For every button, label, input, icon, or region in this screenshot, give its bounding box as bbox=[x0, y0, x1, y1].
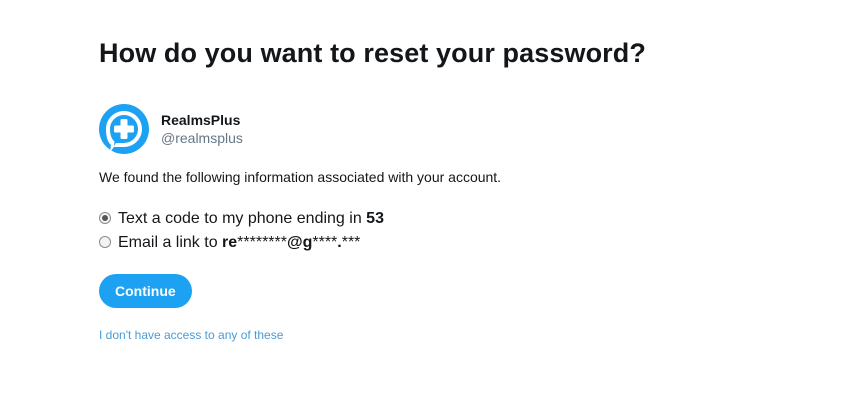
page-title: How do you want to reset your password? bbox=[99, 38, 646, 68]
email-mask-1: ******** bbox=[237, 234, 287, 251]
account-handle: @realmsplus bbox=[161, 130, 243, 146]
email-mask-2: **** bbox=[312, 234, 338, 251]
chat-bubble-plus-icon bbox=[99, 104, 149, 154]
account-names: RealmsPlus @realmsplus bbox=[161, 111, 243, 147]
main-content: How do you want to reset your password? … bbox=[99, 36, 799, 342]
option-text-code-label: Text a code to my phone ending in 53 bbox=[118, 210, 384, 228]
option-text-code-prefix: Text a code to my phone ending in bbox=[118, 210, 367, 227]
radio-text-code[interactable] bbox=[99, 212, 111, 224]
email-start: re bbox=[222, 234, 238, 251]
password-reset-page: How do you want to reset your password? … bbox=[0, 0, 863, 418]
phone-last-digits: 53 bbox=[366, 210, 384, 227]
reset-options: Text a code to my phone ending in 53 Ema… bbox=[99, 207, 799, 255]
option-email-prefix: Email a link to bbox=[118, 234, 223, 251]
info-text: We found the following information assoc… bbox=[99, 169, 502, 185]
option-email-link-label: Email a link to re********@g****.*** bbox=[118, 234, 360, 252]
option-text-code[interactable]: Text a code to my phone ending in 53 bbox=[99, 207, 799, 231]
account-card: RealmsPlus @realmsplus bbox=[99, 104, 799, 154]
continue-button[interactable]: Continue bbox=[99, 274, 192, 308]
radio-email-link[interactable] bbox=[99, 236, 111, 248]
email-at-domain: @g bbox=[286, 234, 313, 251]
option-email-link[interactable]: Email a link to re********@g****.*** bbox=[99, 231, 799, 255]
account-display-name: RealmsPlus bbox=[161, 112, 241, 128]
email-mask-3: *** bbox=[341, 234, 361, 251]
no-access-link[interactable]: I don't have access to any of these bbox=[99, 328, 799, 342]
